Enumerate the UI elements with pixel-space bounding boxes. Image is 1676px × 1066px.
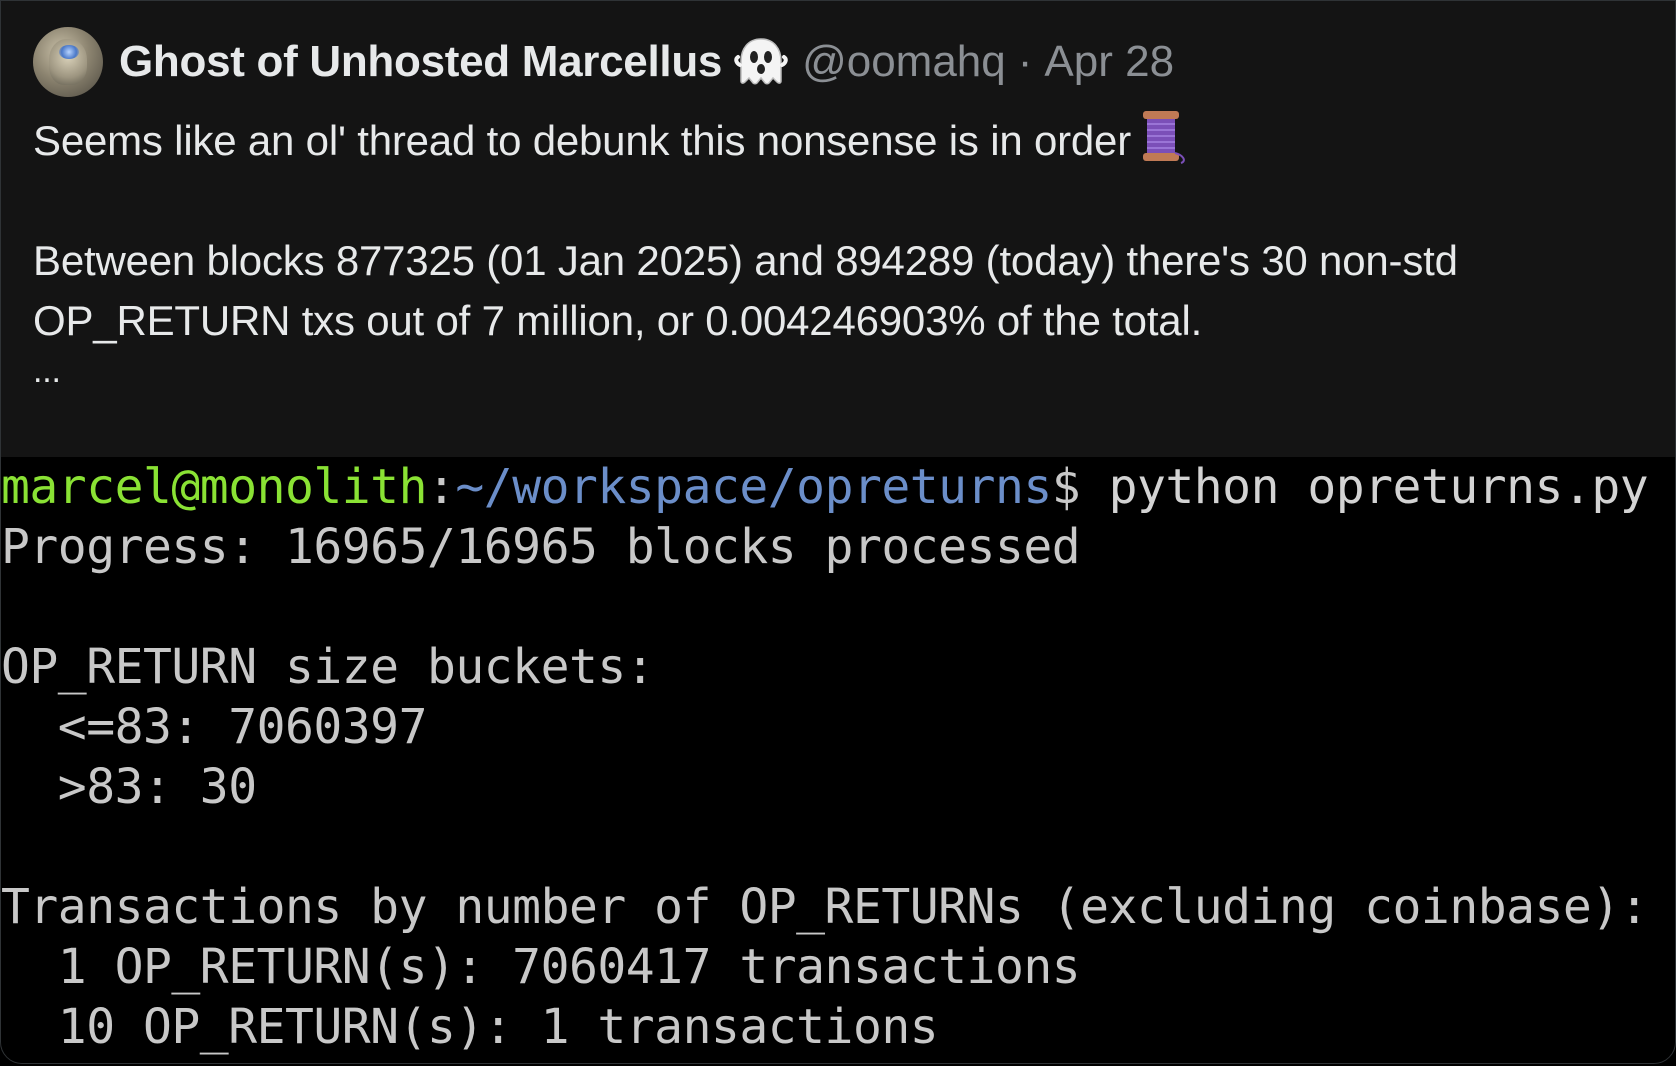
- terminal-output-line: 1 OP_RETURN(s): 7060417 transactions: [1, 939, 1081, 995]
- avatar-glow: [59, 45, 79, 59]
- terminal-output-line: OP_RETURN size buckets:: [1, 639, 655, 695]
- prompt-path: ~/workspace/opreturns: [455, 459, 1052, 515]
- terminal-prompt-line: marcel@monolith:~/workspace/opreturns$ p…: [1, 457, 1675, 517]
- tweet-header: Ghost of Unhosted Marcellus @oomahq · Ap…: [33, 25, 1174, 99]
- tweet-line-1: Seems like an ol' thread to debunk this …: [33, 109, 1643, 171]
- prompt-dollar: $: [1051, 459, 1081, 515]
- terminal-output-line: 10 OP_RETURN(s): 1 transactions: [1, 999, 939, 1055]
- tweet-line-3: OP_RETURN txs out of 7 million, or 0.004…: [33, 297, 1203, 344]
- thread-spool-icon: [1137, 109, 1189, 165]
- tweet-card[interactable]: Ghost of Unhosted Marcellus @oomahq · Ap…: [0, 0, 1676, 1064]
- ghost-icon: [734, 35, 788, 89]
- terminal-output-line: >83: 30: [1, 759, 257, 815]
- terminal-output-line: Progress: 16965/16965 blocks processed: [1, 519, 1081, 575]
- terminal-output-line: <=83: 7060397: [1, 699, 428, 755]
- header-separator: ·: [1017, 37, 1033, 86]
- prompt-colon: :: [426, 459, 456, 515]
- prompt-user: marcel@monolith: [1, 459, 427, 515]
- tweet-body: Seems like an ol' thread to debunk this …: [33, 109, 1643, 391]
- user-handle[interactable]: @oomahq: [802, 37, 1006, 87]
- display-name[interactable]: Ghost of Unhosted Marcellus: [119, 37, 722, 87]
- tweet-line-2: Between blocks 877325 (01 Jan 2025) and …: [33, 237, 1458, 284]
- tweet-line-1-text: Seems like an ol' thread to debunk this …: [33, 117, 1132, 164]
- terminal-output-line: Transactions by number of OP_RETURNs (ex…: [1, 879, 1649, 935]
- terminal-screenshot[interactable]: marcel@monolith:~/workspace/opreturns$ p…: [1, 457, 1675, 1063]
- tweet-date[interactable]: Apr 28: [1044, 37, 1174, 87]
- avatar[interactable]: [33, 27, 103, 97]
- show-more-ellipsis[interactable]: ...: [33, 351, 1643, 391]
- terminal-command: python opreturns.py: [1080, 459, 1649, 515]
